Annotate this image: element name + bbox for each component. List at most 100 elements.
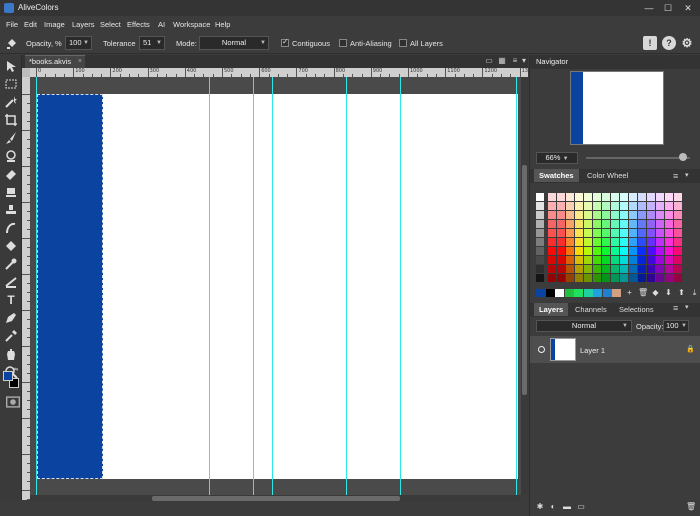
- color-swatch[interactable]: [575, 265, 583, 273]
- color-swatch[interactable]: [602, 256, 610, 264]
- guide-line[interactable]: [516, 77, 517, 495]
- save-swatch-icon[interactable]: ⤓: [690, 288, 699, 298]
- delete-swatch-icon[interactable]: 🗑: [638, 288, 648, 298]
- gray-swatch[interactable]: [536, 247, 544, 255]
- color-swatch[interactable]: [584, 211, 592, 219]
- color-swatch[interactable]: [548, 202, 556, 210]
- color-swatch[interactable]: [611, 202, 619, 210]
- guide-line[interactable]: [36, 77, 37, 495]
- all-layers-checkbox[interactable]: [399, 39, 407, 47]
- zoom-slider-track[interactable]: [586, 157, 690, 159]
- color-swatch[interactable]: [638, 220, 646, 228]
- color-swatch[interactable]: [638, 256, 646, 264]
- color-swatch[interactable]: [665, 220, 673, 228]
- color-swatch[interactable]: [575, 256, 583, 264]
- color-swatch[interactable]: [665, 211, 673, 219]
- color-swatch[interactable]: [656, 202, 664, 210]
- menu-workspace[interactable]: Workspace: [173, 20, 210, 29]
- color-swatch[interactable]: [665, 256, 673, 264]
- recent-swatch[interactable]: [593, 289, 602, 297]
- color-swatch[interactable]: [629, 202, 637, 210]
- tab-swatches[interactable]: Swatches: [534, 169, 579, 182]
- close-tab-icon[interactable]: ×: [78, 56, 82, 68]
- recent-swatch[interactable]: [564, 289, 574, 297]
- menu-select[interactable]: Select: [100, 20, 121, 29]
- navigator-preview[interactable]: [570, 71, 664, 145]
- color-swatch[interactable]: [548, 238, 556, 246]
- guide-line[interactable]: [253, 77, 254, 495]
- swatch-menu-icon[interactable]: ◆: [651, 288, 660, 298]
- clone-tool-icon[interactable]: [4, 149, 18, 163]
- color-swatch[interactable]: [638, 202, 646, 210]
- color-swatch[interactable]: [566, 238, 574, 246]
- color-swatch[interactable]: [620, 238, 628, 246]
- gray-swatch[interactable]: [536, 202, 544, 210]
- color-swatch[interactable]: [593, 274, 601, 282]
- color-swatch[interactable]: [575, 193, 583, 201]
- gray-swatch[interactable]: [536, 265, 544, 273]
- layer-opacity-input[interactable]: 100 ▼: [663, 320, 689, 332]
- color-swatch[interactable]: [548, 274, 556, 282]
- color-swatch[interactable]: [620, 202, 628, 210]
- color-swatch[interactable]: [557, 238, 565, 246]
- new-document-icon[interactable]: ▭: [484, 56, 494, 66]
- recent-swatch[interactable]: [545, 289, 555, 297]
- eraser-tool-icon[interactable]: [4, 167, 18, 181]
- settings-icon[interactable]: ⚙: [680, 36, 694, 50]
- color-swatch[interactable]: [584, 247, 592, 255]
- gradient-tool-icon[interactable]: [4, 275, 18, 289]
- magic-wand-tool-icon[interactable]: [4, 95, 18, 109]
- color-swatch[interactable]: [665, 202, 673, 210]
- recent-swatch[interactable]: [583, 289, 593, 297]
- color-swatch[interactable]: [656, 229, 664, 237]
- color-swatch[interactable]: [674, 265, 682, 273]
- color-swatch[interactable]: [620, 193, 628, 201]
- color-swatch[interactable]: [548, 193, 556, 201]
- recent-swatch[interactable]: [555, 289, 564, 297]
- color-swatch[interactable]: [674, 193, 682, 201]
- fill-tool-icon[interactable]: [4, 185, 18, 199]
- color-swatch[interactable]: [584, 265, 592, 273]
- menu-effects[interactable]: Effects: [127, 20, 150, 29]
- color-swatch[interactable]: [593, 220, 601, 228]
- color-swatch[interactable]: [566, 265, 574, 273]
- quick-mask-icon[interactable]: [6, 395, 20, 408]
- color-swatch[interactable]: [584, 256, 592, 264]
- gray-swatch[interactable]: [536, 211, 544, 219]
- document-tab[interactable]: *books.akvis ×: [25, 55, 85, 68]
- color-swatch[interactable]: [602, 229, 610, 237]
- color-swatch[interactable]: [593, 247, 601, 255]
- color-swatch[interactable]: [575, 229, 583, 237]
- color-swatch[interactable]: [602, 274, 610, 282]
- color-swatch[interactable]: [647, 274, 655, 282]
- help-icon[interactable]: ?: [662, 36, 676, 50]
- color-swatch[interactable]: [656, 256, 664, 264]
- color-swatch[interactable]: [566, 229, 574, 237]
- color-swatch[interactable]: [575, 238, 583, 246]
- color-swatch[interactable]: [620, 256, 628, 264]
- color-swatch[interactable]: [557, 274, 565, 282]
- color-swatch[interactable]: [620, 229, 628, 237]
- guide-line[interactable]: [272, 77, 273, 495]
- color-swatch[interactable]: [548, 211, 556, 219]
- crop-tool-icon[interactable]: [4, 113, 18, 127]
- color-swatch[interactable]: [620, 211, 628, 219]
- opacity-input[interactable]: 100 ▼: [65, 36, 92, 50]
- color-swatch[interactable]: [593, 238, 601, 246]
- lock-icon[interactable]: 🔒: [686, 345, 695, 353]
- color-swatch[interactable]: [629, 193, 637, 201]
- color-swatch[interactable]: [584, 238, 592, 246]
- smudge-tool-icon[interactable]: [4, 221, 18, 235]
- recent-swatch[interactable]: [612, 289, 621, 297]
- color-swatch[interactable]: [647, 202, 655, 210]
- color-swatch[interactable]: [584, 193, 592, 201]
- color-swatch[interactable]: [611, 247, 619, 255]
- color-swatch[interactable]: [584, 202, 592, 210]
- color-swatch[interactable]: [674, 247, 682, 255]
- color-swatch[interactable]: [602, 202, 610, 210]
- menu-help[interactable]: Help: [215, 20, 230, 29]
- chevron-down-icon[interactable]: ▾: [685, 169, 689, 183]
- layer-effects-icon[interactable]: ✱: [535, 502, 545, 512]
- menu-edit[interactable]: Edit: [24, 20, 37, 29]
- color-swatch[interactable]: [647, 247, 655, 255]
